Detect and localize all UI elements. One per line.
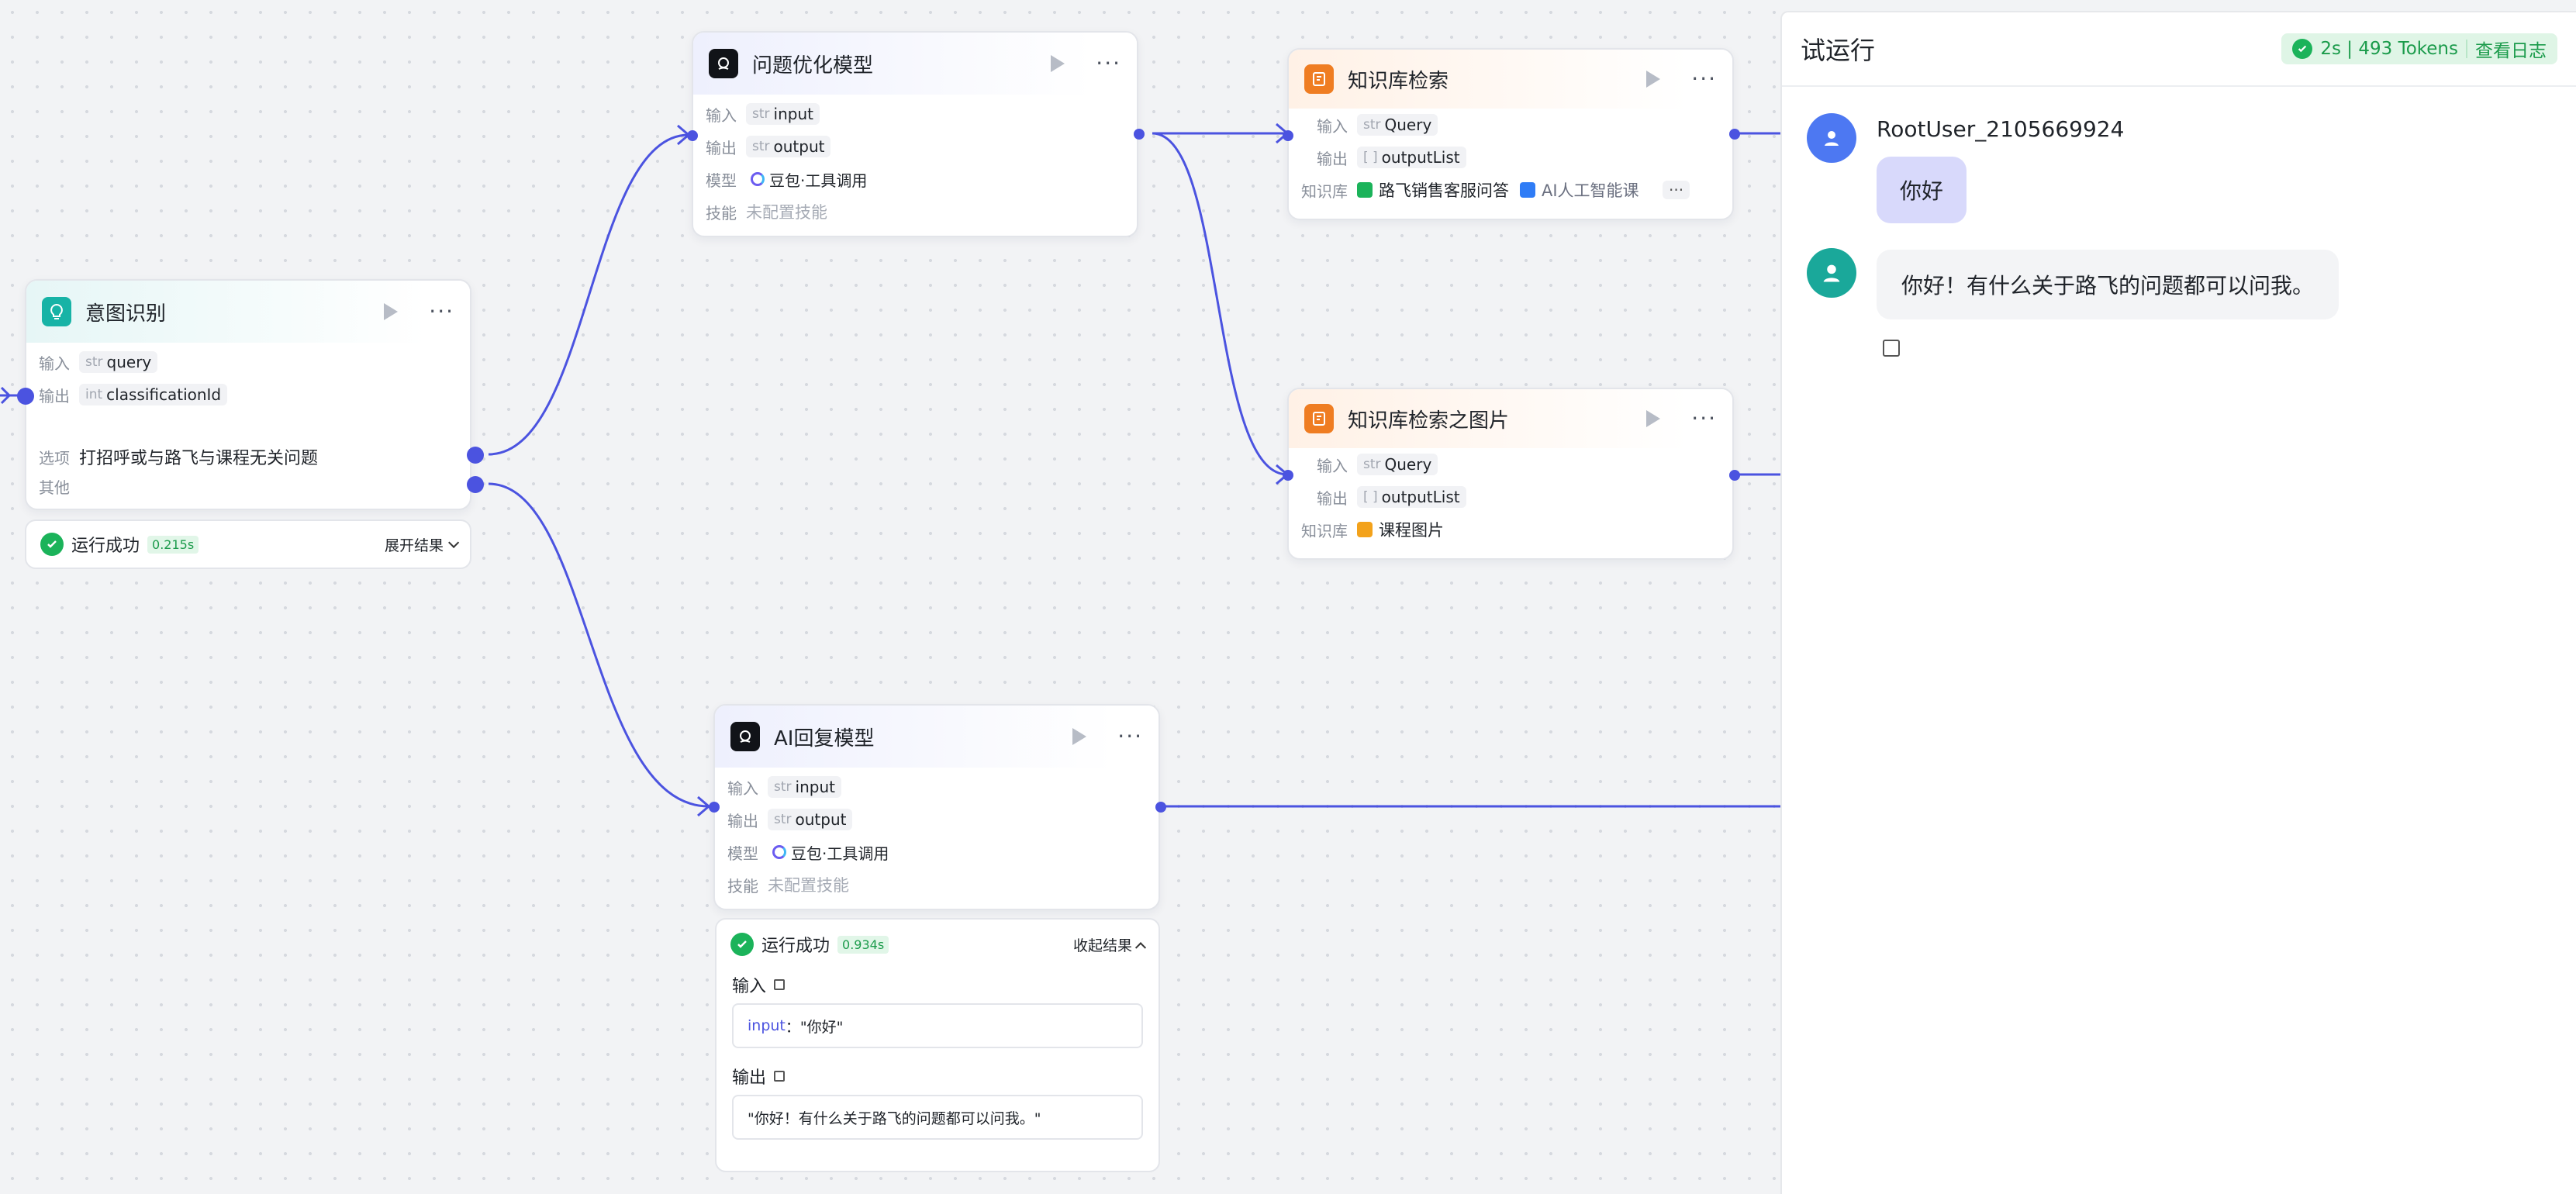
- knowledge-base-icon: [1304, 64, 1334, 94]
- intent-other-row: 其他: [39, 478, 70, 497]
- copy-icon[interactable]: [774, 979, 786, 990]
- ai-reply-node-header: AI回复模型 ···: [715, 706, 1159, 768]
- optimize-node-header: 问题优化模型 ···: [693, 33, 1137, 95]
- output-var-tag: [ ] outputList: [1357, 147, 1466, 168]
- user-message-bubble: 你好: [1877, 157, 1967, 223]
- kb-image-node[interactable]: 知识库检索之图片 ··· 输入 str Query 输出[ ] outputList …: [1283, 388, 1740, 560]
- result-input-box: input： "你好": [732, 1003, 1143, 1048]
- ai-reply-out-port[interactable]: [1155, 802, 1166, 813]
- intent-option-row: 选项 打招呼或与路飞与课程无关问题: [26, 440, 470, 473]
- ai-reply-node-title: AI回复模型: [774, 726, 875, 751]
- input-var-tag: str Query: [1357, 454, 1438, 475]
- kb-search-node-title: 知识库检索: [1348, 69, 1449, 93]
- run-node-icon[interactable]: [1072, 728, 1087, 745]
- lightbulb-icon: [42, 297, 71, 326]
- collapse-result-button[interactable]: 收起结果: [1073, 934, 1147, 955]
- chevron-down-icon: [448, 537, 460, 548]
- output-var-tag: [ ] outputList: [1357, 486, 1466, 508]
- llm-model-icon: [709, 49, 738, 78]
- optimize-in-port[interactable]: [687, 130, 698, 141]
- kb-search-node-header: 知识库检索 ···: [1289, 50, 1732, 109]
- success-check-icon: [730, 933, 754, 956]
- output-var-tag: str output: [746, 136, 831, 157]
- output-var-tag: str output: [768, 809, 853, 830]
- kb-image-icon: [1357, 522, 1373, 537]
- knowledge-base-icon: [1304, 404, 1334, 433]
- kb-chip: AI人工智能课: [1520, 178, 1652, 202]
- trial-run-panel: 试运行 2s | 493 Tokens 查看日志 RootUser_210566…: [1780, 11, 2576, 1194]
- kb-doc-icon: [1520, 182, 1535, 198]
- copy-icon[interactable]: [1883, 340, 1900, 357]
- intent-input-row: 输入 str query: [26, 346, 470, 378]
- intent-node-header: 意图识别 ···: [26, 281, 470, 343]
- output-var-tag: int classificationId: [79, 384, 228, 405]
- run-node-icon[interactable]: [1646, 71, 1661, 88]
- kb-doc-icon: [1357, 182, 1373, 198]
- copy-icon[interactable]: [774, 1071, 786, 1082]
- bot-message-bubble: 你好！有什么关于路飞的问题都可以问我。: [1877, 250, 2339, 319]
- panel-title: 试运行: [1801, 36, 1876, 65]
- more-options-icon[interactable]: ···: [1096, 53, 1121, 74]
- intent-result-bar: 运行成功 0.215s 展开结果: [25, 519, 471, 569]
- view-log-link[interactable]: 查看日志: [2475, 36, 2547, 62]
- result-output-box: "你好！有什么关于路飞的问题都可以问我。": [732, 1095, 1143, 1140]
- success-check-icon: [40, 533, 64, 556]
- more-options-icon[interactable]: ···: [1691, 68, 1717, 90]
- kb-image-node-header: 知识库检索之图片 ···: [1289, 389, 1732, 448]
- success-check-icon: [2292, 39, 2313, 59]
- edge-intent-to-ai-reply: [488, 482, 710, 808]
- llm-model-icon: [730, 722, 760, 751]
- kb-more-button[interactable]: ···: [1663, 181, 1690, 199]
- ai-reply-node[interactable]: AI回复模型 ··· 输入 str input 输出 str output 模型 豆包·工…: [709, 704, 1166, 910]
- chevron-up-icon: [1134, 942, 1147, 954]
- run-node-icon[interactable]: [1051, 55, 1065, 72]
- intent-option-text: 打招呼或与路飞与课程无关问题: [79, 449, 319, 468]
- more-options-icon[interactable]: ···: [1691, 408, 1717, 430]
- input-var-tag: str Query: [1357, 114, 1438, 136]
- intent-output-row: 输出 int classificationId: [26, 378, 470, 411]
- run-time-badge: 0.215s: [147, 535, 199, 554]
- expand-result-button[interactable]: 展开结果: [385, 534, 460, 555]
- kb-image-out-port[interactable]: [1729, 470, 1740, 481]
- run-node-icon[interactable]: [384, 303, 399, 320]
- edge-optimize-to-kb-image: [1152, 132, 1288, 476]
- optimize-node-title: 问题优化模型: [752, 53, 874, 78]
- run-time-badge: 0.934s: [837, 935, 889, 954]
- intent-other-port[interactable]: [467, 476, 484, 493]
- doubao-model-icon: [751, 172, 765, 186]
- input-var-tag: str input: [768, 776, 841, 798]
- kb-search-in-port[interactable]: [1283, 130, 1293, 141]
- kb-image-node-title: 知识库检索之图片: [1348, 409, 1510, 433]
- user-avatar: [1807, 113, 1856, 163]
- ai-reply-in-port[interactable]: [709, 802, 720, 813]
- user-name: RootUser_2105669924: [1877, 116, 2125, 142]
- intent-node-title: 意图识别: [85, 302, 167, 326]
- input-var-tag: str query: [79, 351, 158, 373]
- kb-image-in-port[interactable]: [1283, 470, 1293, 481]
- optimize-node[interactable]: 问题优化模型 ··· 输入 str input 输出 str output 模型 豆包·工…: [687, 31, 1145, 237]
- bot-avatar: [1807, 248, 1856, 298]
- token-usage-bar: 2s | 493 Tokens 查看日志: [2281, 33, 2557, 64]
- ai-reply-result-panel: 运行成功 0.934s 收起结果 输入 input： "你好" 输出 "你好！有什…: [715, 918, 1160, 1172]
- edge-intent-to-optimize: [488, 133, 689, 456]
- doubao-model-icon: [772, 845, 786, 859]
- kb-search-out-port[interactable]: [1729, 129, 1740, 140]
- more-options-icon[interactable]: ···: [429, 301, 454, 323]
- intent-option-port[interactable]: [467, 447, 484, 464]
- more-options-icon[interactable]: ···: [1117, 726, 1143, 747]
- kb-search-node[interactable]: 知识库检索 ··· 输入 str Query 输出[ ] outputList 知识库…: [1283, 48, 1740, 220]
- kb-chip: 课程图片: [1357, 518, 1444, 541]
- kb-chip: 路飞销售客服问答: [1357, 178, 1509, 202]
- run-node-icon[interactable]: [1646, 410, 1661, 427]
- intent-input-port[interactable]: [17, 388, 34, 405]
- optimize-out-port[interactable]: [1134, 129, 1145, 140]
- input-var-tag: str input: [746, 103, 820, 125]
- intent-node[interactable]: 意图识别 ··· 输入 str query 输出 int classificatio…: [17, 279, 484, 510]
